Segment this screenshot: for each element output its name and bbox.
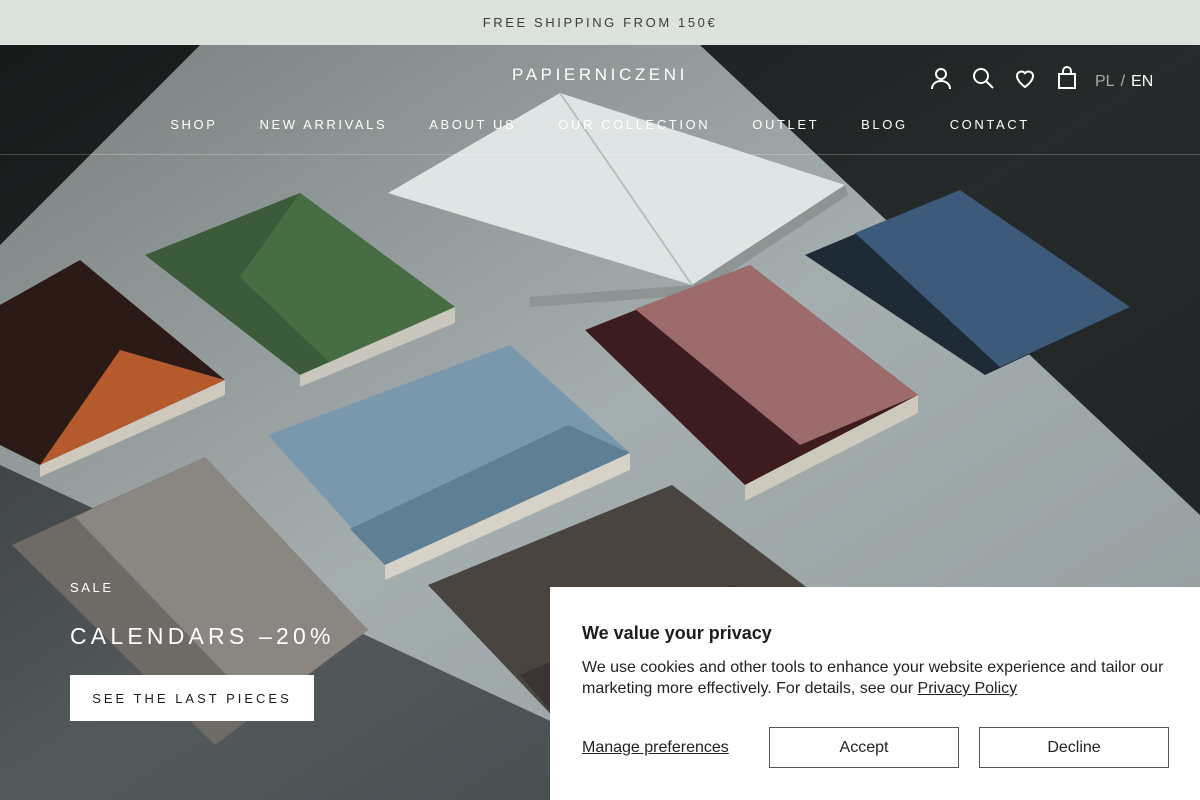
decline-button[interactable]: Decline bbox=[979, 727, 1169, 768]
announcement-text: FREE SHIPPING FROM 150€ bbox=[482, 15, 718, 30]
language-switcher: PL / EN bbox=[1095, 73, 1153, 91]
accept-button[interactable]: Accept bbox=[769, 727, 959, 768]
cookie-actions: Manage preferences Accept Decline bbox=[582, 727, 1169, 768]
nav-new-arrivals[interactable]: NEW ARRIVALS bbox=[238, 117, 408, 132]
header-icons bbox=[928, 65, 1096, 91]
cart-bag-icon[interactable] bbox=[1054, 65, 1080, 91]
hero-promo: SALE CALENDARS –20% SEE THE LAST PIECES bbox=[70, 580, 335, 721]
nav-contact[interactable]: CONTACT bbox=[929, 117, 1051, 132]
cookie-body: We use cookies and other tools to enhanc… bbox=[582, 657, 1168, 699]
account-icon[interactable] bbox=[928, 65, 954, 91]
privacy-policy-link[interactable]: Privacy Policy bbox=[918, 680, 1018, 697]
language-pl[interactable]: PL bbox=[1095, 73, 1115, 91]
nav-outlet[interactable]: OUTLET bbox=[731, 117, 840, 132]
main-nav: SHOP NEW ARRIVALS ABOUT US OUR COLLECTIO… bbox=[0, 117, 1200, 132]
site-header: PAPIERNICZENI PL / EN SHOP NEW ARRIVALS … bbox=[0, 45, 1200, 155]
cookie-body-text: We use cookies and other tools to enhanc… bbox=[582, 659, 1164, 697]
nav-blog[interactable]: BLOG bbox=[840, 117, 929, 132]
nav-shop[interactable]: SHOP bbox=[149, 117, 238, 132]
see-last-pieces-button[interactable]: SEE THE LAST PIECES bbox=[70, 675, 314, 721]
language-en[interactable]: EN bbox=[1131, 73, 1153, 91]
cookie-title: We value your privacy bbox=[582, 623, 772, 643]
manage-preferences-link[interactable]: Manage preferences bbox=[582, 739, 769, 757]
promo-headline: CALENDARS –20% bbox=[70, 623, 335, 649]
announcement-bar: FREE SHIPPING FROM 150€ bbox=[0, 0, 1200, 45]
promo-eyebrow: SALE bbox=[70, 580, 114, 595]
language-separator: / bbox=[1120, 73, 1126, 90]
search-icon[interactable] bbox=[970, 65, 996, 91]
nav-about-us[interactable]: ABOUT US bbox=[408, 117, 537, 132]
nav-our-collection[interactable]: OUR COLLECTION bbox=[537, 117, 731, 132]
cookie-consent-banner: We value your privacy We use cookies and… bbox=[550, 587, 1200, 800]
wishlist-heart-icon[interactable] bbox=[1012, 65, 1038, 91]
